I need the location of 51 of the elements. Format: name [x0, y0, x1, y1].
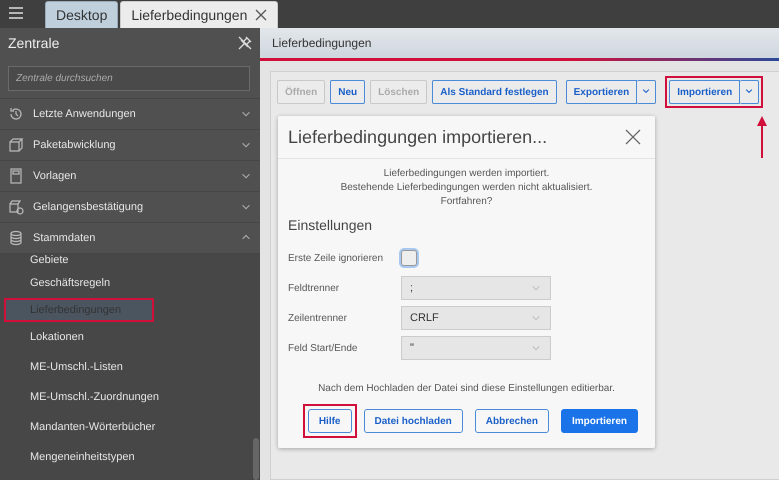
- chevron-down-icon: [530, 283, 542, 293]
- sidebar-group[interactable]: Gelangensbestätigung: [0, 192, 260, 223]
- toolbar-button[interactable]: Exportieren: [566, 80, 638, 104]
- sidebar-group[interactable]: Vorlagen: [0, 161, 260, 192]
- field-label: Erste Zeile ignorieren: [288, 252, 384, 264]
- chevron-down-icon: [530, 313, 542, 323]
- dialog-button[interactable]: Datei hochladen: [364, 409, 463, 433]
- dialog-button[interactable]: Importieren: [560, 409, 638, 433]
- sidebar-group[interactable]: Letzte Anwendungen: [0, 99, 260, 130]
- dropdown-button[interactable]: [637, 80, 656, 104]
- sidebar-item[interactable]: Mandanten-Wörterbücher: [4, 412, 250, 442]
- dialog-title: Lieferbedingungen importieren...: [288, 126, 548, 148]
- scrollbar-thumb[interactable]: [253, 438, 259, 480]
- sidebar-item[interactable]: Geschäftsregeln: [4, 268, 250, 298]
- checkbox[interactable]: [401, 250, 417, 266]
- sidebar-item[interactable]: ME-Umschl.-Zuordnungen: [4, 382, 250, 412]
- page-title: Lieferbedingungen: [272, 36, 372, 50]
- search-field[interactable]: Zentrale durchsuchen: [8, 66, 250, 91]
- toolbar-button[interactable]: Neu: [330, 80, 366, 104]
- history-icon: [8, 106, 24, 122]
- message-text: Lieferbedingungen werden importiert.: [382, 167, 550, 181]
- sidebar-title: Zentrale: [8, 35, 60, 51]
- database-icon: [8, 230, 24, 246]
- field-label: Feld Start/Ende: [288, 342, 358, 354]
- dialog-button[interactable]: Abbrechen: [474, 409, 549, 433]
- box-icon: [8, 137, 24, 153]
- message-text: Fortfahren?: [440, 195, 494, 209]
- close-icon[interactable]: [625, 129, 641, 145]
- unpin-icon[interactable]: [238, 36, 252, 50]
- tab[interactable]: Lieferbedingungen: [120, 1, 278, 28]
- sidebar-item[interactable]: Mengeneinheitstypen: [4, 442, 250, 472]
- note-text: Nach dem Hochladen der Datei sind diese Einstellungen editierbar.: [317, 383, 616, 394]
- message-text: Bestehende Lieferbedingungen werden nicht aktualisiert.: [340, 181, 594, 195]
- tab[interactable]: Desktop: [45, 1, 118, 28]
- annotation-arrow: [757, 116, 767, 158]
- sidebar-group[interactable]: Paketabwicklung: [0, 130, 260, 161]
- section-heading: Einstellungen: [288, 217, 374, 233]
- chevron-down-icon: [530, 343, 542, 353]
- sidebar-item[interactable]: Gebiete: [4, 254, 250, 268]
- field-label: Feldtrenner: [288, 282, 340, 294]
- box-clock-icon: [8, 199, 24, 215]
- calculator-icon: [8, 168, 24, 184]
- close-icon[interactable]: [255, 9, 268, 21]
- dialog-button[interactable]: Hilfe: [308, 409, 352, 433]
- toolbar-button[interactable]: Importieren: [669, 80, 740, 104]
- sidebar-item[interactable]: ME-Umschl.-Listen: [4, 352, 250, 382]
- menu-icon[interactable]: [9, 7, 23, 19]
- toolbar-button[interactable]: Als Standard festlegen: [432, 80, 557, 104]
- sidebar-item[interactable]: Lokationen: [4, 322, 250, 352]
- dropdown-button[interactable]: [740, 80, 760, 104]
- field-label: Zeilentrenner: [288, 312, 348, 324]
